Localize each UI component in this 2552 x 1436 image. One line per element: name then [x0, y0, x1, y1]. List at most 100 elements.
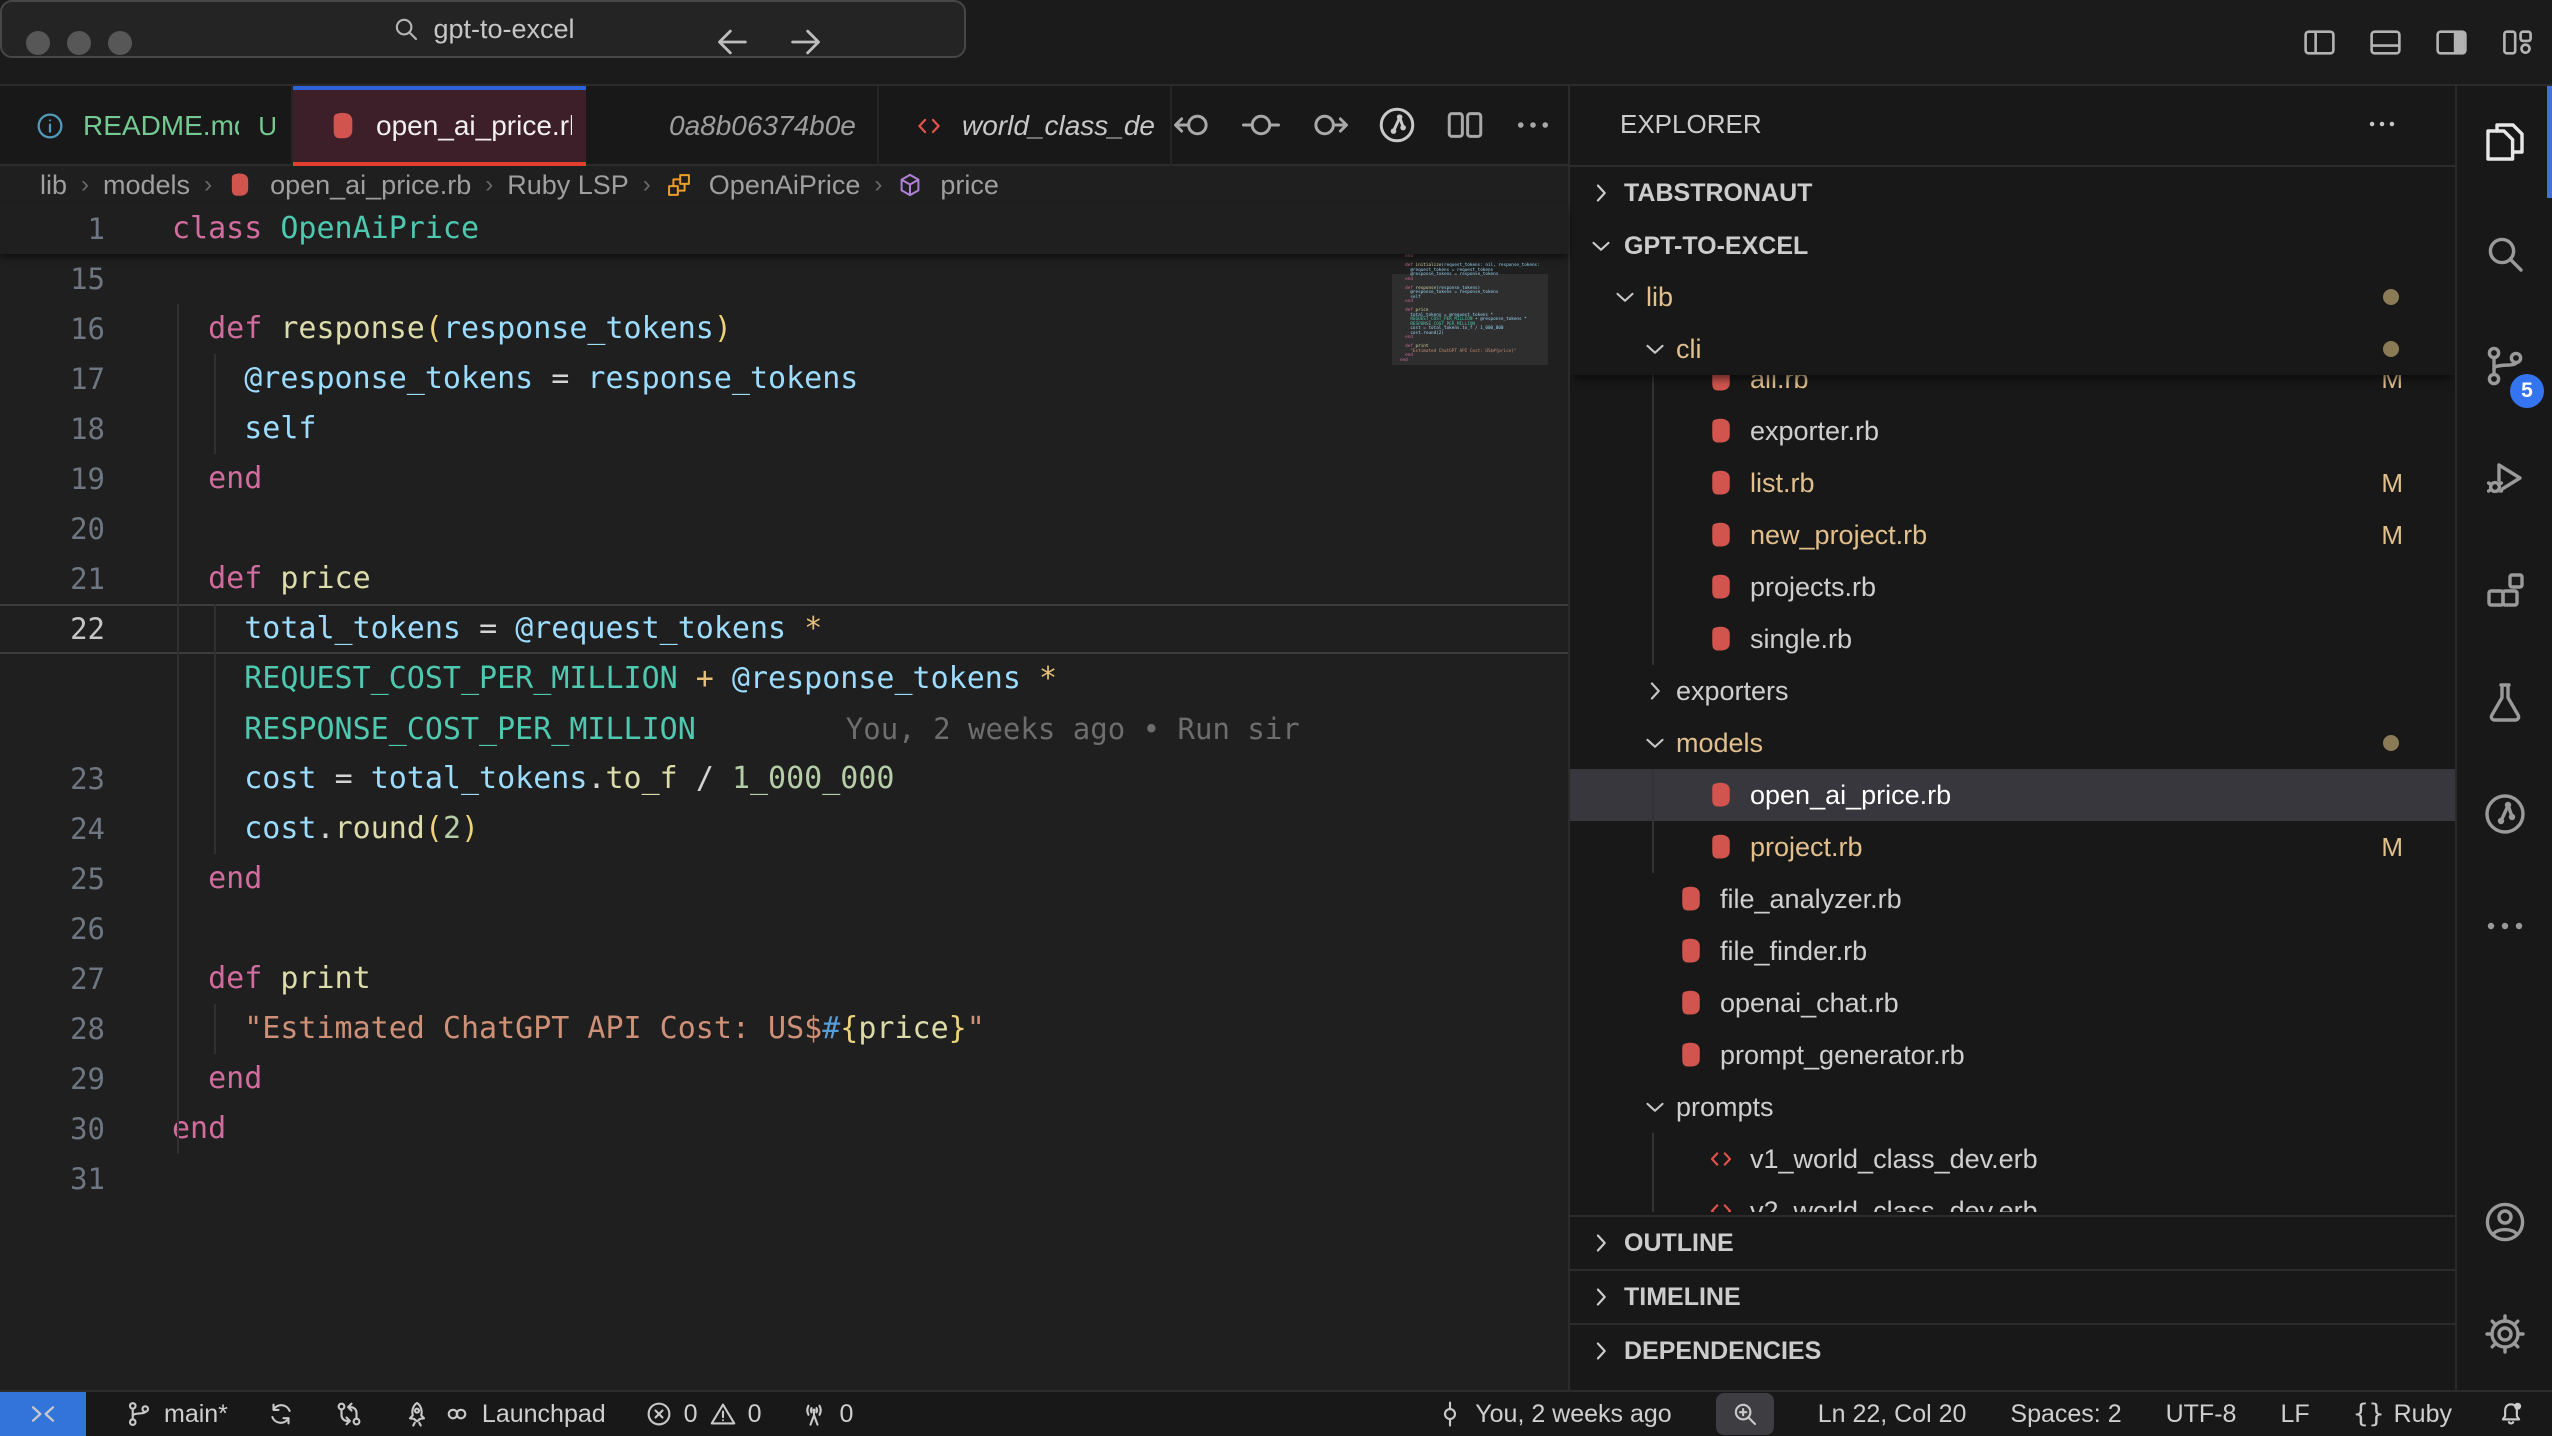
activity-explorer[interactable] — [2457, 86, 2552, 198]
code-line[interactable]: 24 cost.round(2) — [0, 804, 1568, 854]
status-language-mode[interactable]: {} Ruby — [2353, 1399, 2452, 1429]
status-cursor-position[interactable]: Ln 22, Col 20 — [1818, 1400, 1967, 1429]
line-number: 23 — [70, 762, 105, 796]
activity-more-views[interactable] — [2457, 870, 2552, 982]
breadcrumb-item[interactable]: OpenAiPrice — [709, 170, 861, 201]
breadcrumb-item[interactable]: lib — [40, 170, 67, 201]
breadcrumb-item[interactable]: models — [103, 170, 190, 201]
breadcrumb-item[interactable]: price — [940, 170, 999, 201]
file-single.rb[interactable]: single.rb — [1570, 613, 2455, 665]
window-controls[interactable] — [26, 31, 132, 55]
navigate-back-icon[interactable] — [712, 22, 752, 62]
code-line[interactable]: 1 class OpenAiPrice — [0, 204, 480, 254]
breadcrumb-item[interactable]: open_ai_price.rb — [270, 170, 471, 201]
file-projects.rb[interactable]: projects.rb — [1570, 561, 2455, 613]
section-header-timeline[interactable]: TIMELINE — [1570, 1269, 2455, 1323]
section-header-dependencies[interactable]: DEPENDENCIES — [1570, 1323, 2455, 1377]
folder-exporters[interactable]: exporters — [1570, 665, 2455, 717]
activity-run-and-debug[interactable] — [2457, 422, 2552, 534]
navigate-forward-icon[interactable] — [786, 22, 826, 62]
status-zoom[interactable] — [1715, 1393, 1774, 1435]
split-icon[interactable] — [1444, 104, 1486, 146]
activity-source-control[interactable]: 5 — [2457, 310, 2552, 422]
file-new_project.rb[interactable]: new_project.rb M — [1570, 509, 2455, 561]
explorer-more-actions-icon[interactable] — [2365, 107, 2399, 141]
status-notifications[interactable] — [2496, 1399, 2526, 1429]
folder-cli[interactable]: cli — [1570, 323, 2455, 375]
file-all.rb[interactable]: all.rb M — [1570, 375, 2455, 405]
toggle-secondary-sidebar-icon[interactable] — [2433, 24, 2470, 61]
code-line[interactable]: 17 @response_tokens = response_tokens — [0, 354, 1568, 404]
status-encoding[interactable]: UTF-8 — [2166, 1400, 2237, 1429]
file-v2_world_class_dev.erb[interactable]: v2_world_class_dev.erb — [1570, 1185, 2455, 1212]
status-git-compare[interactable] — [334, 1399, 364, 1429]
toggle-primary-sidebar-icon[interactable] — [2301, 24, 2338, 61]
code-line[interactable]: 30 end — [0, 1104, 1568, 1154]
code-line[interactable]: 21 def price — [0, 554, 1568, 604]
folder-lib[interactable]: lib — [1570, 271, 2455, 323]
code-line[interactable]: REQUEST_COST_PER_MILLION + @response_tok… — [0, 654, 1568, 704]
activity-accounts[interactable] — [2457, 1166, 2552, 1278]
file-v1_world_class_dev.erb[interactable]: v1_world_class_dev.erb — [1570, 1133, 2455, 1185]
code-line[interactable]: 25 end — [0, 854, 1568, 904]
customize-layout-icon[interactable] — [2499, 24, 2536, 61]
status-eol[interactable]: LF — [2280, 1400, 2309, 1429]
code-line[interactable]: 22 total_tokens = @request_tokens * — [0, 604, 1568, 654]
section-header-gpt-to-excel[interactable]: GPT-TO-EXCEL — [1570, 219, 2455, 273]
status-problems[interactable]: 00 — [644, 1399, 761, 1429]
tab-world_class_de[interactable]: world_class_de — [879, 86, 1172, 166]
code-line[interactable]: 28 "Estimated ChatGPT API Cost: US$#{pri… — [0, 1004, 1568, 1054]
minimize-window-button[interactable] — [67, 31, 91, 55]
section-header-outline[interactable]: OUTLINE — [1570, 1215, 2455, 1269]
code-line[interactable]: RESPONSE_COST_PER_MILLION You, 2 weeks ag… — [0, 704, 1568, 754]
prev-change-icon[interactable] — [1172, 104, 1214, 146]
section-header-tabstronaut[interactable]: TABSTRONAUT — [1570, 165, 2455, 219]
status-git-branch[interactable]: main* — [124, 1399, 228, 1429]
file-exporter.rb[interactable]: exporter.rb — [1570, 405, 2455, 457]
code-line[interactable]: 16 def response(response_tokens) — [0, 304, 1568, 354]
activity-testing[interactable] — [2457, 646, 2552, 758]
breadcrumb-item[interactable]: Ruby LSP — [507, 170, 629, 201]
next-change-icon[interactable] — [1308, 104, 1350, 146]
folder-prompts[interactable]: prompts — [1570, 1081, 2455, 1133]
code-line[interactable]: 29 end — [0, 1054, 1568, 1104]
close-window-button[interactable] — [26, 31, 50, 55]
folder-models[interactable]: models — [1570, 717, 2455, 769]
toggle-panel-icon[interactable] — [2367, 24, 2404, 61]
tab-open_ai_price.rb[interactable]: open_ai_price.rb — [293, 86, 586, 166]
breadcrumb[interactable]: lib › models › open_ai_price.rb › Ruby LSP › Ope… — [0, 166, 1568, 204]
file-openai_chat.rb[interactable]: openai_chat.rb — [1570, 977, 2455, 1029]
code-line[interactable]: 18 self — [0, 404, 1568, 454]
code-line[interactable]: 26 — [0, 904, 1568, 954]
status-git-blame[interactable]: You, 2 weeks ago — [1435, 1399, 1672, 1429]
activity-ruby-lsp[interactable] — [2457, 758, 2552, 870]
code-line[interactable]: 15 — [0, 254, 1568, 304]
code-line[interactable]: 23 cost = total_tokens.to_f / 1_000_000 — [0, 754, 1568, 804]
ellipsis-icon[interactable] — [1512, 104, 1554, 146]
code-editor[interactable]: 15 16 def response(response_tokens) 17 @re… — [0, 254, 1568, 1204]
status-remote[interactable] — [0, 1392, 86, 1436]
file-open_ai_price.rb[interactable]: open_ai_price.rb — [1570, 769, 2455, 821]
zoom-window-button[interactable] — [108, 31, 132, 55]
status-indentation[interactable]: Spaces: 2 — [2010, 1400, 2121, 1429]
activity-extensions[interactable] — [2457, 534, 2552, 646]
tab-README.md[interactable]: README.md U — [0, 86, 293, 166]
status-launchpad[interactable]: Launchpad — [402, 1399, 606, 1429]
file-list.rb[interactable]: list.rb M — [1570, 457, 2455, 509]
code-line[interactable]: 19 end — [0, 454, 1568, 504]
code-line[interactable]: 31 — [0, 1154, 1568, 1204]
code-line[interactable]: 27 def print — [0, 954, 1568, 1004]
file-project.rb[interactable]: project.rb M — [1570, 821, 2455, 873]
activity-settings[interactable] — [2457, 1278, 2552, 1390]
share-circle-icon[interactable] — [1376, 104, 1418, 146]
sticky-scroll-line[interactable]: 1 class OpenAiPrice — [0, 204, 1568, 254]
code-line[interactable]: 20 — [0, 504, 1568, 554]
file-file_analyzer.rb[interactable]: file_analyzer.rb — [1570, 873, 2455, 925]
activity-search[interactable] — [2457, 198, 2552, 310]
tab-0a8b06374b0e[interactable]: 0a8b06374b0e — [586, 86, 879, 166]
status-ports[interactable]: 0 — [799, 1399, 853, 1429]
file-prompt_generator.rb[interactable]: prompt_generator.rb — [1570, 1029, 2455, 1081]
file-file_finder.rb[interactable]: file_finder.rb — [1570, 925, 2455, 977]
status-git-sync[interactable] — [266, 1399, 296, 1429]
change-icon[interactable] — [1240, 104, 1282, 146]
